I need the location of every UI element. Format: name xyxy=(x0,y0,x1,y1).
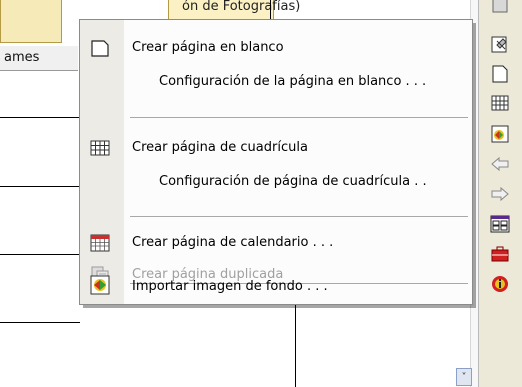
names-column-header[interactable]: ames xyxy=(0,46,78,71)
background-image-icon[interactable] xyxy=(489,123,511,145)
menu-item-create-grid-page[interactable]: Crear página de cuadrícula xyxy=(80,132,472,164)
menu-item-create-blank-page[interactable]: Crear página en blanco xyxy=(80,32,472,64)
tools-icon[interactable] xyxy=(489,33,511,55)
arrow-right-icon[interactable] xyxy=(489,183,511,205)
toolbar-top-icon[interactable] xyxy=(489,0,511,16)
menu-item-create-calendar-page[interactable]: Crear página de calendario . . . xyxy=(80,227,472,259)
calendar-grid-icon[interactable] xyxy=(489,213,511,235)
background-tab-left[interactable] xyxy=(0,0,62,43)
grid-line xyxy=(0,186,80,187)
grid-line xyxy=(0,254,80,255)
scroll-down-button[interactable]: ˅ xyxy=(456,368,472,386)
menu-item-label: Configuración de página de cuadrícula . … xyxy=(159,174,427,189)
menu-item-label: Crear página de cuadrícula xyxy=(132,140,308,155)
names-column-label: ames xyxy=(4,50,40,65)
menu-item-label: Configuración de la página en blanco . .… xyxy=(159,74,427,89)
menu-item-label: Importar imagen de fondo . . . xyxy=(132,279,328,294)
grid-vertical-line xyxy=(270,0,271,19)
context-menu: Crear página en blanco Configuración de … xyxy=(79,19,473,305)
import-background-icon xyxy=(90,275,110,295)
grid-vertical-line xyxy=(295,303,296,387)
info-icon[interactable] xyxy=(489,273,511,295)
background-title: ón de Fotografías) xyxy=(182,0,301,14)
menu-item-label: Crear página de calendario . . . xyxy=(132,235,334,250)
calendar-page-icon xyxy=(90,233,110,253)
grid-line xyxy=(0,322,80,323)
grid-page-icon[interactable] xyxy=(489,92,511,114)
grid-page-icon xyxy=(90,138,110,158)
menu-separator xyxy=(130,216,468,217)
menu-item-blank-page-settings[interactable]: Configuración de la página en blanco . .… xyxy=(80,66,472,98)
grid-line xyxy=(0,117,80,118)
menu-separator xyxy=(130,117,468,118)
menu-item-label: Crear página en blanco xyxy=(132,40,284,55)
menu-item-import-background-image[interactable]: Importar imagen de fondo . . . xyxy=(80,271,472,303)
blank-page-icon xyxy=(90,38,110,58)
arrow-left-icon[interactable] xyxy=(489,153,511,175)
blank-page-icon[interactable] xyxy=(489,63,511,85)
page-tools-toolbar xyxy=(478,0,522,387)
briefcase-icon[interactable] xyxy=(489,243,511,265)
menu-item-grid-page-settings[interactable]: Configuración de página de cuadrícula . … xyxy=(80,166,472,198)
